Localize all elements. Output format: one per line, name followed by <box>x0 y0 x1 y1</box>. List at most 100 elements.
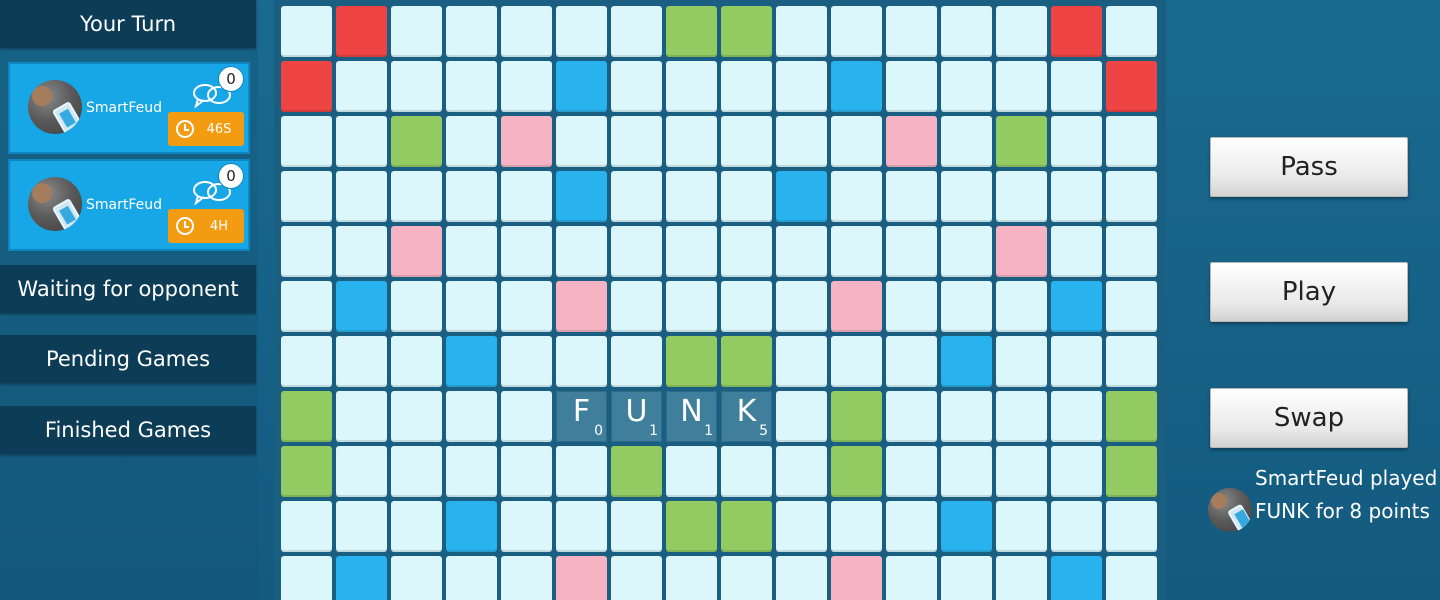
board-square[interactable] <box>501 391 552 442</box>
board-square[interactable] <box>776 6 827 57</box>
board-square[interactable] <box>556 501 607 552</box>
board-square[interactable] <box>776 336 827 387</box>
board-square[interactable] <box>776 171 827 222</box>
board-square[interactable] <box>831 501 882 552</box>
board-square[interactable] <box>501 281 552 332</box>
board-square[interactable] <box>1106 281 1157 332</box>
board-square[interactable] <box>391 171 442 222</box>
board-square[interactable] <box>446 556 497 600</box>
board-square[interactable] <box>556 171 607 222</box>
game-board[interactable]: F0U1N1K5 <box>274 0 1166 600</box>
board-square[interactable] <box>886 6 937 57</box>
board-square[interactable] <box>611 6 662 57</box>
board-square[interactable] <box>776 391 827 442</box>
board-square[interactable] <box>1051 61 1102 112</box>
board-square[interactable] <box>886 391 937 442</box>
board-square[interactable] <box>336 116 387 167</box>
board-square[interactable] <box>721 556 772 600</box>
board-square[interactable] <box>1051 336 1102 387</box>
board-square[interactable] <box>666 281 717 332</box>
board-square[interactable] <box>941 6 992 57</box>
board-square[interactable] <box>776 281 827 332</box>
board-square[interactable] <box>666 6 717 57</box>
board-square[interactable] <box>721 171 772 222</box>
board-square[interactable] <box>336 6 387 57</box>
board-square[interactable] <box>941 446 992 497</box>
board-square[interactable] <box>281 171 332 222</box>
board-square[interactable] <box>446 61 497 112</box>
board-square[interactable] <box>281 391 332 442</box>
board-square[interactable] <box>776 116 827 167</box>
board-square[interactable] <box>1051 501 1102 552</box>
board-square[interactable] <box>721 446 772 497</box>
waiting-for-opponent-header[interactable]: Waiting for opponent <box>0 265 256 313</box>
board-square[interactable] <box>941 171 992 222</box>
board-square[interactable] <box>446 281 497 332</box>
board-square[interactable] <box>556 6 607 57</box>
board-square[interactable] <box>831 446 882 497</box>
board-square[interactable] <box>886 501 937 552</box>
board-square[interactable] <box>941 556 992 600</box>
board-square[interactable] <box>281 446 332 497</box>
board-square[interactable] <box>336 61 387 112</box>
swap-button[interactable]: Swap <box>1210 388 1408 448</box>
board-square[interactable] <box>281 6 332 57</box>
board-square[interactable] <box>611 171 662 222</box>
board-square[interactable] <box>721 6 772 57</box>
board-square[interactable] <box>336 556 387 600</box>
board-square[interactable] <box>336 446 387 497</box>
board-square[interactable] <box>336 171 387 222</box>
board-square[interactable] <box>391 281 442 332</box>
board-square[interactable] <box>996 281 1047 332</box>
board-square[interactable] <box>831 336 882 387</box>
board-square[interactable] <box>831 6 882 57</box>
board-square[interactable] <box>886 226 937 277</box>
board-square[interactable] <box>556 61 607 112</box>
board-square[interactable] <box>501 6 552 57</box>
board-square[interactable] <box>831 61 882 112</box>
board-square[interactable] <box>391 336 442 387</box>
board-square[interactable] <box>941 226 992 277</box>
board-square[interactable] <box>996 6 1047 57</box>
board-square[interactable] <box>501 226 552 277</box>
board-square[interactable] <box>556 281 607 332</box>
board-square[interactable] <box>941 281 992 332</box>
board-square[interactable] <box>886 281 937 332</box>
board-square[interactable] <box>336 501 387 552</box>
pending-games-header[interactable]: Pending Games <box>0 335 256 383</box>
pass-button[interactable]: Pass <box>1210 137 1408 197</box>
board-square[interactable] <box>556 446 607 497</box>
board-square[interactable] <box>611 116 662 167</box>
board-square[interactable] <box>391 116 442 167</box>
board-square[interactable] <box>611 61 662 112</box>
board-square[interactable] <box>446 116 497 167</box>
board-square[interactable] <box>831 116 882 167</box>
board-square[interactable] <box>831 556 882 600</box>
board-square[interactable] <box>501 171 552 222</box>
board-square[interactable] <box>776 226 827 277</box>
board-square[interactable] <box>336 391 387 442</box>
board-square[interactable] <box>996 336 1047 387</box>
board-square[interactable] <box>721 501 772 552</box>
board-square[interactable] <box>501 446 552 497</box>
board-square[interactable] <box>996 446 1047 497</box>
board-square[interactable] <box>611 226 662 277</box>
board-square[interactable] <box>1106 336 1157 387</box>
board-square[interactable] <box>721 281 772 332</box>
board-square[interactable] <box>281 61 332 112</box>
board-square[interactable] <box>886 171 937 222</box>
board-square[interactable] <box>611 556 662 600</box>
board-square[interactable] <box>1051 391 1102 442</box>
board-square[interactable] <box>1106 226 1157 277</box>
board-square[interactable] <box>556 116 607 167</box>
board-square[interactable] <box>281 281 332 332</box>
board-square[interactable] <box>886 556 937 600</box>
board-square[interactable] <box>886 446 937 497</box>
board-square[interactable] <box>1051 556 1102 600</box>
board-square[interactable] <box>281 556 332 600</box>
board-grid[interactable] <box>274 0 1157 600</box>
board-square[interactable] <box>831 226 882 277</box>
board-square[interactable] <box>776 501 827 552</box>
board-square[interactable] <box>666 446 717 497</box>
board-square[interactable] <box>831 281 882 332</box>
